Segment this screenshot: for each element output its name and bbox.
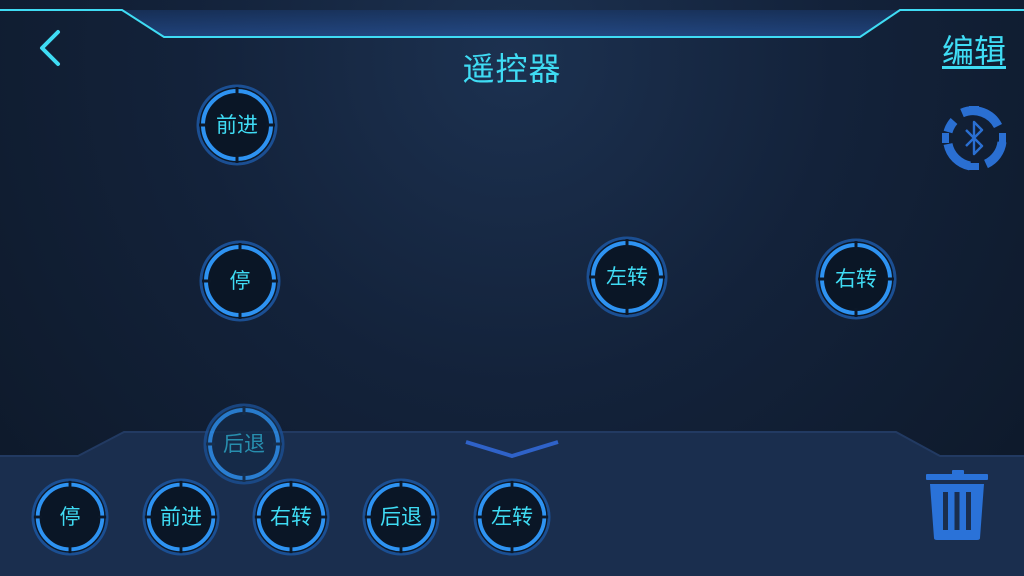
button-label: 后退 xyxy=(380,505,422,529)
button-label: 左转 xyxy=(606,265,648,289)
button-label: 右转 xyxy=(835,267,877,291)
palette-stop-button[interactable]: 停 xyxy=(31,478,109,556)
remote-control-screen: 遥控器 编辑 前进 停 左转 右转 后退 停 前进 右转 后退 左转 xyxy=(0,0,1024,576)
bluetooth-settings-button[interactable] xyxy=(940,104,1008,172)
button-label: 前进 xyxy=(160,505,202,529)
chevron-left-icon xyxy=(40,30,60,66)
canvas-turn-left-button[interactable]: 左转 xyxy=(586,236,668,318)
canvas-forward-button[interactable]: 前进 xyxy=(196,84,278,166)
trash-icon xyxy=(926,470,988,540)
button-label: 后退 xyxy=(223,432,265,456)
palette-turn-right-button[interactable]: 右转 xyxy=(252,478,330,556)
button-label: 右转 xyxy=(270,505,312,529)
button-label: 左转 xyxy=(491,505,533,529)
chevron-down-icon xyxy=(465,440,559,458)
palette-backward-button[interactable]: 后退 xyxy=(362,478,440,556)
canvas-turn-right-button[interactable]: 右转 xyxy=(815,238,897,320)
palette-forward-button[interactable]: 前进 xyxy=(142,478,220,556)
back-button[interactable] xyxy=(30,26,70,70)
header-frame xyxy=(0,9,1024,38)
button-label: 停 xyxy=(59,505,81,529)
button-label: 停 xyxy=(229,269,251,293)
button-label: 前进 xyxy=(216,113,258,137)
page-title: 遥控器 xyxy=(462,50,562,88)
collapse-tray-button[interactable] xyxy=(462,438,562,460)
bluetooth-gear-icon xyxy=(942,106,1007,171)
delete-button[interactable] xyxy=(922,468,992,544)
edit-button[interactable]: 编辑 xyxy=(942,26,1006,72)
dragging-backward-button[interactable]: 后退 xyxy=(203,403,285,485)
palette-turn-left-button[interactable]: 左转 xyxy=(473,478,551,556)
canvas-stop-button[interactable]: 停 xyxy=(199,240,281,322)
